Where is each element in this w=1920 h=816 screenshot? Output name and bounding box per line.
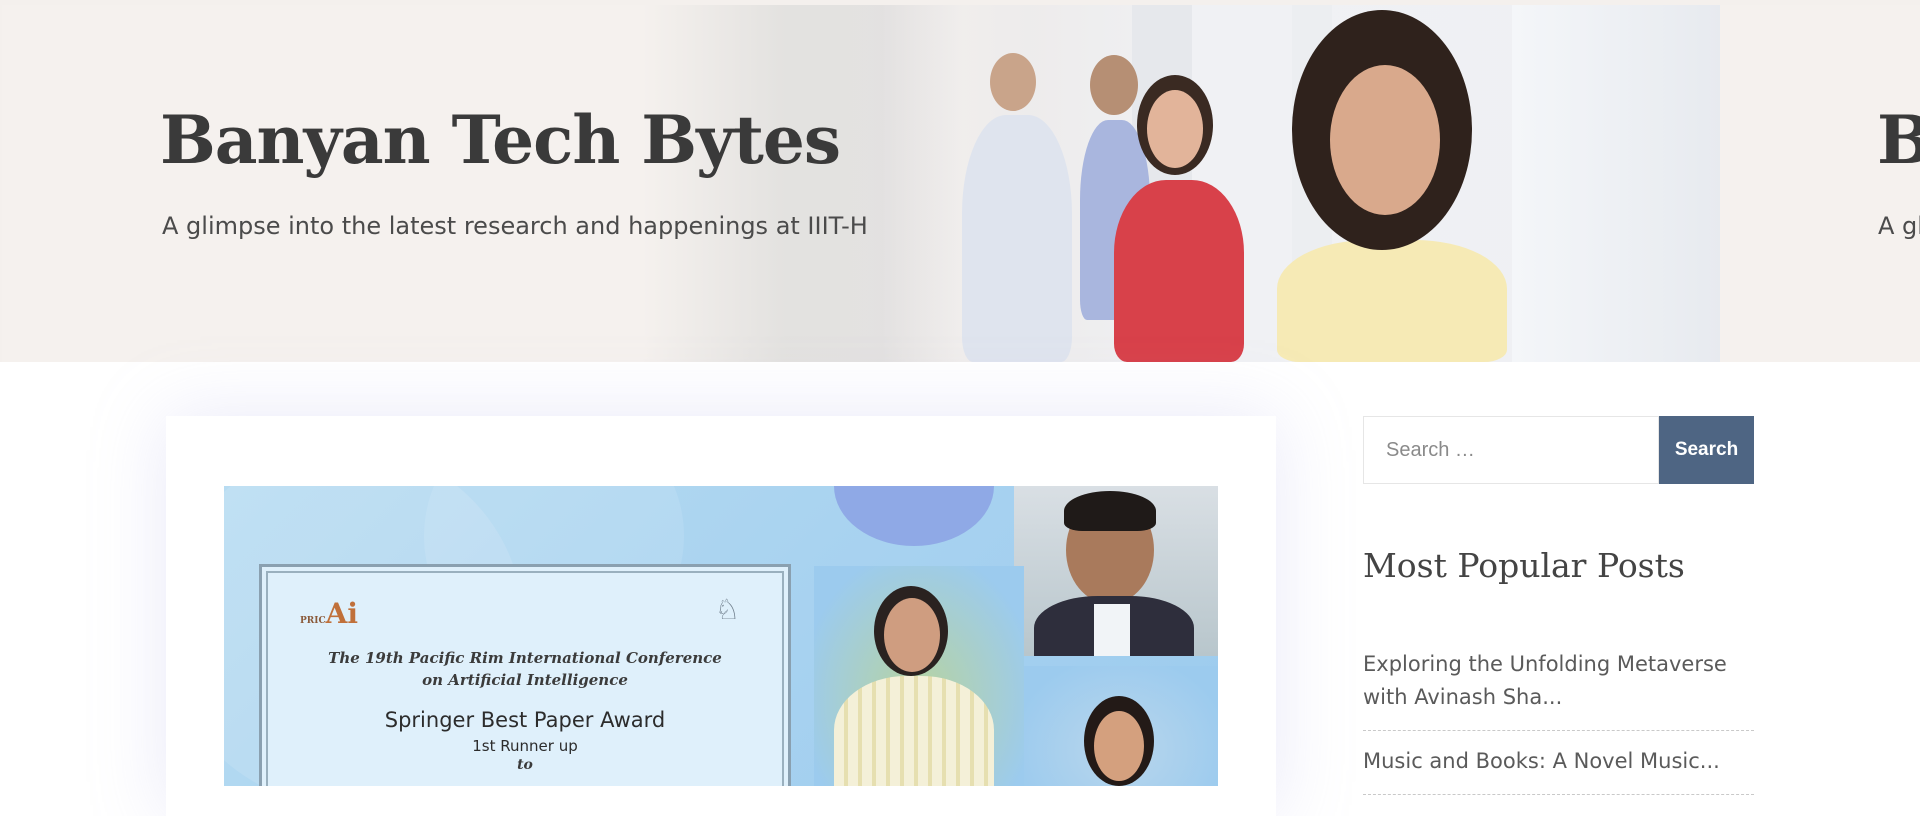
award-name: Springer Best Paper Award <box>384 708 666 732</box>
brush-overlay <box>642 5 962 362</box>
photo-person-1 <box>1014 486 1218 656</box>
search-form: Search <box>1363 416 1754 484</box>
popular-posts-list: Exploring the Unfolding Metaverse with A… <box>1363 648 1754 809</box>
hero-slide-next: Banyan Tech Bytes A glimpse into the lat… <box>1720 5 1920 362</box>
next-slide-title: Banyan Tech Bytes <box>1877 101 1920 179</box>
photo-person-3 <box>1024 666 1218 786</box>
pricai-logo: PRICAi <box>300 597 358 630</box>
featured-image[interactable]: PRICAi ♘ The 19th Pacific Rim Internatio… <box>224 486 1218 786</box>
list-item: Music and Books: A Novel Music... <box>1363 745 1754 795</box>
hero-slider: Banyan Tech Bytes A glimpse into the lat… <box>0 0 1920 362</box>
hero-slide: Banyan Tech Bytes A glimpse into the lat… <box>2 5 1720 362</box>
site-title[interactable]: Banyan Tech Bytes <box>160 101 841 179</box>
photo-person-2 <box>814 566 1024 786</box>
popular-post-link[interactable]: Music and Books: A Novel Music... <box>1363 749 1720 773</box>
hero-photo <box>852 5 1720 362</box>
search-input[interactable] <box>1363 416 1659 484</box>
popular-post-link[interactable]: Exploring the Unfolding Metaverse with A… <box>1363 652 1727 709</box>
site-tagline: A glimpse into the latest research and h… <box>162 212 868 240</box>
post-card: PRICAi ♘ The 19th Pacific Rim Internatio… <box>166 416 1276 816</box>
knight-icon: ♘ <box>714 594 740 625</box>
conference-name: The 19th Pacific Rim International Confe… <box>328 649 722 689</box>
award-to: to <box>517 757 533 773</box>
award-rank: 1st Runner up <box>472 737 578 755</box>
popular-posts-title: Most Popular Posts <box>1363 546 1685 585</box>
award-certificate: PRICAi ♘ The 19th Pacific Rim Internatio… <box>259 564 791 786</box>
next-slide-tagline: A glimpse into the latest research and h… <box>1878 212 1920 240</box>
search-button[interactable]: Search <box>1659 416 1754 484</box>
list-item: Exploring the Unfolding Metaverse with A… <box>1363 648 1754 731</box>
